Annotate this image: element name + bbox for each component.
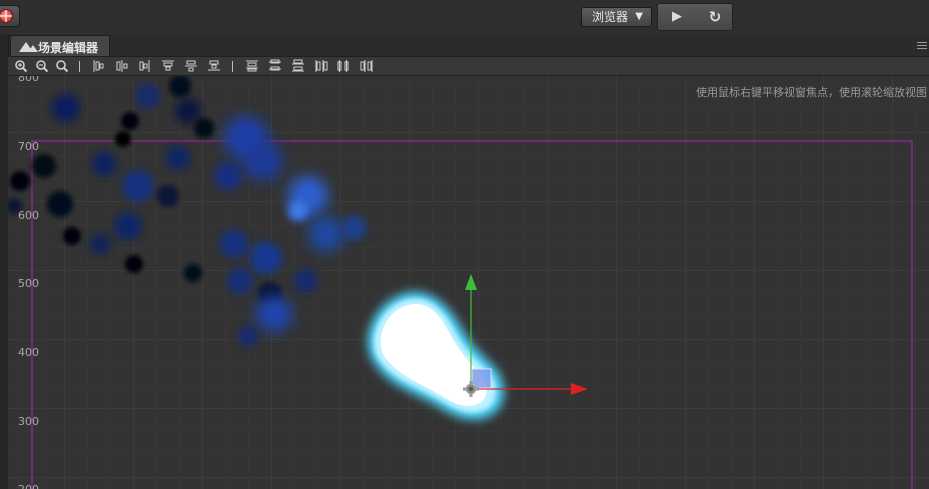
globe-icon (0, 9, 13, 23)
menu-icon[interactable] (917, 42, 927, 50)
play-button[interactable]: ▶ (658, 4, 696, 30)
panel-tabstrip (0, 34, 929, 56)
toolbar-separator (79, 61, 80, 72)
y-axis-label: 600 (18, 209, 39, 222)
zoom-reset-icon[interactable] (55, 59, 69, 73)
play-icon: ▶ (672, 9, 682, 24)
align-left-icon[interactable] (92, 59, 106, 73)
y-axis-label: 500 (18, 277, 39, 290)
scene-toolbar (8, 56, 929, 76)
scene-canvas (8, 76, 929, 489)
align-hcenter-icon[interactable] (115, 59, 129, 73)
browser-select[interactable]: 浏览器 ▼ (581, 7, 652, 27)
zoom-in-icon[interactable] (14, 59, 28, 73)
distribute-hcenter-icon[interactable] (337, 59, 351, 73)
distribute-right-icon[interactable] (360, 59, 374, 73)
chevron-down-icon: ▼ (635, 11, 643, 22)
distribute-top-icon[interactable] (245, 59, 259, 73)
align-right-icon[interactable] (138, 59, 152, 73)
preview-controls: ▶ ↻ (657, 3, 733, 31)
tab-scene-editor[interactable]: 场景编辑器 (10, 35, 110, 57)
distribute-vcenter-icon[interactable] (268, 59, 282, 73)
zoom-out-icon[interactable] (35, 59, 49, 73)
distribute-left-icon[interactable] (314, 59, 328, 73)
tab-scene-editor-label: 场景编辑器 (38, 41, 99, 55)
y-axis-label: 800 (18, 76, 39, 84)
globe-button[interactable] (0, 5, 20, 27)
distribute-bottom-icon[interactable] (291, 59, 305, 73)
align-bottom-icon[interactable] (207, 59, 221, 73)
viewport-hint: 使用鼠标右键平移视窗焦点，使用滚轮缩放视图 (696, 86, 927, 99)
top-toolbar: 浏览器 ▼ ▶ ↻ (0, 0, 929, 34)
y-axis-label: 400 (18, 346, 39, 359)
scene-viewport[interactable]: 800 700 600 500 400 300 200 使用鼠标右键平移视窗焦点… (8, 76, 929, 489)
align-top-icon[interactable] (161, 59, 175, 73)
refresh-button[interactable]: ↻ (696, 4, 734, 30)
y-axis-label: 300 (18, 415, 39, 428)
toolbar-separator (232, 61, 233, 72)
browser-select-label: 浏览器 (592, 10, 629, 24)
mountain-icon (19, 42, 38, 52)
align-vcenter-icon[interactable] (184, 59, 198, 73)
refresh-icon: ↻ (708, 8, 722, 26)
y-axis-label: 700 (18, 140, 39, 153)
y-axis-label: 200 (18, 483, 39, 489)
